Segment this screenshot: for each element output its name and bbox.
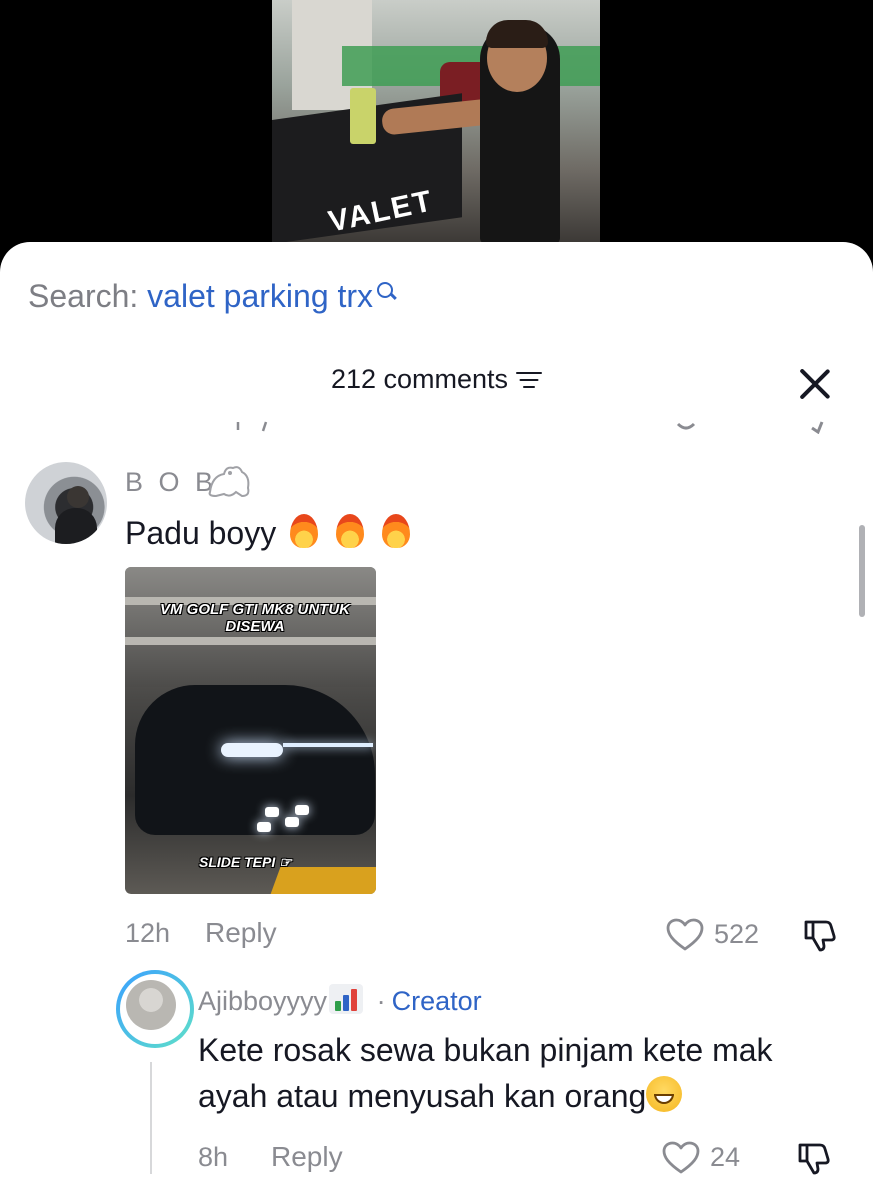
- comment-body: Padu boyy: [125, 515, 277, 551]
- fire-icon: [286, 512, 322, 550]
- comments-sheet: Search: valet parking trx 212 comments B…: [0, 242, 873, 1200]
- video-pillar: [292, 0, 332, 110]
- photo-caption: SLIDE TEPI ☞: [199, 854, 292, 870]
- close-icon[interactable]: [797, 366, 833, 402]
- fire-icon: [378, 512, 414, 550]
- frog-icon: [208, 466, 250, 498]
- video-hair: [486, 20, 548, 48]
- comment-image[interactable]: VM GOLF GTI MK8 UNTUK DISEWA SLIDE TEPI …: [125, 567, 376, 894]
- heart-icon[interactable]: [662, 1141, 700, 1175]
- cut-off-text-fragment: [236, 421, 268, 432]
- reply-username-row: Ajibboyyyy · Creator: [198, 984, 482, 1017]
- search-term[interactable]: valet parking trx: [147, 278, 373, 314]
- avatar-head: [67, 486, 89, 508]
- photo-foglight: [295, 805, 309, 815]
- grin-emoji: [646, 1076, 683, 1112]
- photo-floor-marking: [269, 867, 376, 894]
- search-prefix: Search:: [28, 278, 139, 314]
- comment-text: Padu boyy: [125, 512, 414, 552]
- like-count: 522: [714, 919, 760, 949]
- comments-header: 212 comments: [0, 364, 873, 395]
- reply-text: Kete rosak sewa bukan pinjam kete mak ay…: [198, 1027, 848, 1119]
- reply-body: Kete rosak sewa bukan pinjam kete mak ay…: [198, 1032, 773, 1114]
- reply-button[interactable]: Reply: [205, 917, 277, 949]
- heart-icon[interactable]: [666, 918, 704, 952]
- like-count: 24: [710, 1142, 741, 1172]
- avatar[interactable]: [25, 462, 107, 544]
- reply-username[interactable]: Ajibboyyyy: [198, 986, 327, 1016]
- dislike-icon[interactable]: [796, 1139, 832, 1175]
- video-player[interactable]: VALET: [272, 0, 600, 244]
- comments-count: 212 comments: [330, 364, 509, 394]
- cut-off-icons-fragment: [676, 421, 824, 434]
- scrollbar[interactable]: [859, 525, 865, 617]
- photo-beam: [125, 637, 376, 645]
- creator-avatar-photo: [126, 980, 176, 1030]
- creator-badge: Creator: [391, 986, 482, 1016]
- photo-foglight: [257, 822, 271, 832]
- photo-car: [135, 685, 375, 835]
- fire-icon: [332, 512, 368, 550]
- reply-time: 8h: [198, 1142, 229, 1172]
- photo-title: VM GOLF GTI MK8 UNTUK DISEWA: [160, 601, 350, 635]
- thread-line: [150, 1062, 152, 1174]
- creator-avatar[interactable]: [116, 970, 194, 1048]
- photo-foglight: [285, 817, 299, 827]
- avatar-figure: [55, 508, 97, 544]
- filter-icon[interactable]: [516, 371, 543, 389]
- comment-username[interactable]: B O B: [125, 467, 217, 498]
- dislike-icon[interactable]: [802, 916, 838, 952]
- search-icon: [376, 282, 396, 304]
- video-cup: [350, 88, 376, 144]
- chart-icon: [329, 984, 364, 1014]
- photo-headlight: [221, 743, 283, 757]
- search-suggestion[interactable]: Search: valet parking trx: [28, 278, 396, 315]
- comment-time: 12h: [125, 918, 171, 948]
- photo-foglight: [265, 807, 279, 817]
- reply-button[interactable]: Reply: [271, 1141, 343, 1173]
- photo-lightbar: [283, 743, 373, 747]
- separator-dot: ·: [376, 986, 386, 1016]
